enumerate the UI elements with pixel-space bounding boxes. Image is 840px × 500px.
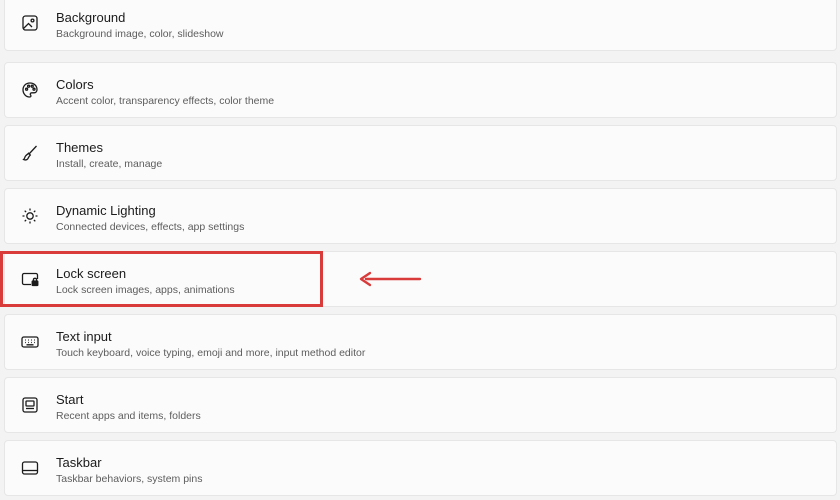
settings-item-background[interactable]: Background Background image, color, slid… (4, 0, 837, 51)
settings-item-taskbar[interactable]: Taskbar Taskbar behaviors, system pins (4, 440, 837, 496)
settings-item-subtitle: Lock screen images, apps, animations (56, 284, 235, 296)
keyboard-icon (19, 331, 41, 353)
settings-item-title: Background (56, 10, 126, 25)
settings-item-subtitle: Install, create, manage (56, 158, 163, 170)
settings-item-text-input[interactable]: Text input Touch keyboard, voice typing,… (4, 314, 837, 370)
settings-item-title: Start (56, 392, 84, 407)
red-arrow-icon (359, 271, 422, 287)
settings-item-title: Themes (56, 140, 103, 155)
settings-item-start[interactable]: Start Recent apps and items, folders (4, 377, 837, 433)
settings-item-title: Taskbar (56, 455, 102, 470)
settings-item-subtitle: Touch keyboard, voice typing, emoji and … (56, 347, 366, 359)
settings-item-subtitle: Background image, color, slideshow (56, 28, 224, 40)
settings-item-title: Dynamic Lighting (56, 203, 156, 218)
settings-item-dynamic-lighting[interactable]: Dynamic Lighting Connected devices, effe… (4, 188, 837, 244)
settings-item-themes[interactable]: Themes Install, create, manage (4, 125, 837, 181)
palette-icon (19, 79, 41, 101)
settings-item-subtitle: Connected devices, effects, app settings (56, 221, 245, 233)
brush-icon (19, 142, 41, 164)
settings-item-subtitle: Taskbar behaviors, system pins (56, 473, 203, 485)
image-icon (19, 12, 41, 34)
lock-screen-icon (19, 268, 41, 290)
settings-item-title: Lock screen (56, 266, 127, 281)
start-icon (19, 394, 41, 416)
settings-item-subtitle: Recent apps and items, folders (56, 410, 201, 422)
settings-item-subtitle: Accent color, transparency effects, colo… (56, 95, 275, 107)
lighting-icon (19, 205, 41, 227)
settings-item-title: Text input (56, 329, 112, 344)
settings-item-title: Colors (56, 77, 94, 92)
taskbar-icon (19, 457, 41, 479)
settings-item-colors[interactable]: Colors Accent color, transparency effect… (4, 62, 837, 118)
